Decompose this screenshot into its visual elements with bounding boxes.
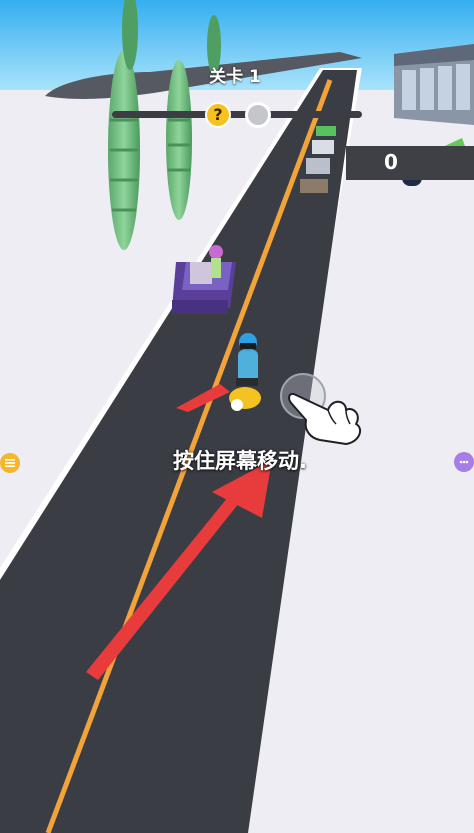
building <box>394 44 474 125</box>
menu-list-icon <box>5 459 15 467</box>
final-stage-marker <box>245 102 271 128</box>
money-count: 0 <box>384 150 398 174</box>
money-panel <box>346 146 474 180</box>
tree <box>108 50 140 250</box>
bonus-stage-marker: ? <box>205 102 231 128</box>
level-label: 关卡 1 <box>209 67 261 87</box>
tutorial-hint: 按住屏幕移动. <box>173 449 307 473</box>
game-scene[interactable] <box>0 0 474 833</box>
more-games-button[interactable] <box>454 452 474 472</box>
level-progress-bar <box>112 111 362 118</box>
menu-list-button[interactable] <box>0 453 20 473</box>
more-games-icon <box>459 460 469 464</box>
